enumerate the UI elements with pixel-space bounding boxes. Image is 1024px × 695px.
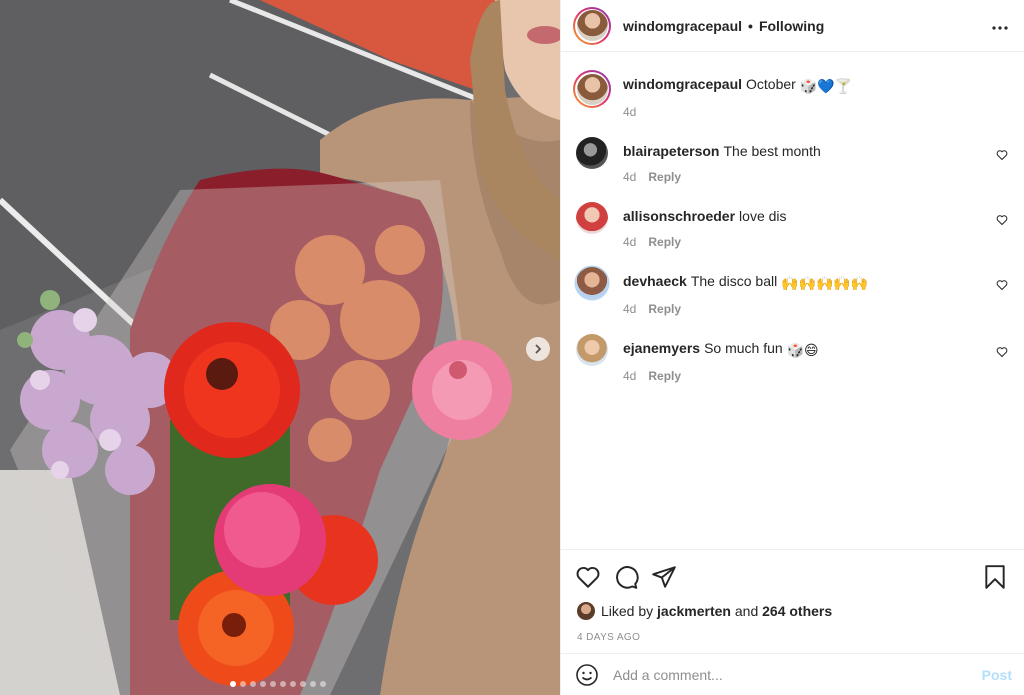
post-photo[interactable] (0, 0, 560, 695)
comment-emojis: 🙌🙌🙌🙌🙌 (781, 275, 869, 291)
post-actions: Liked by jackmerten and 264 others 4 DAY… (561, 549, 1024, 643)
author-username[interactable]: windomgracepaul (623, 18, 742, 34)
commenter-avatar[interactable] (576, 202, 608, 234)
photo-image (0, 0, 560, 695)
commenter-avatar[interactable] (576, 334, 608, 366)
heart-icon[interactable] (996, 214, 1008, 226)
liked-by-prefix: Liked by (601, 603, 654, 619)
heart-icon[interactable] (996, 346, 1008, 358)
heart-icon[interactable] (996, 149, 1008, 161)
add-comment-bar: Post (561, 653, 1024, 695)
chevron-right-icon (535, 344, 542, 354)
reply-button[interactable]: Reply (648, 170, 681, 184)
commenter-avatar[interactable] (576, 137, 608, 169)
carousel-dot (260, 681, 266, 687)
reply-button[interactable]: Reply (648, 302, 681, 316)
post-sidebar: windomgracepaul • Following windomgracep… (560, 0, 1024, 695)
save-button[interactable] (982, 564, 1008, 590)
comment-input[interactable] (613, 666, 982, 683)
next-photo-button[interactable] (526, 337, 550, 361)
comment-text: So much fun (704, 340, 783, 356)
like-button[interactable] (575, 564, 601, 590)
likes-and: and (734, 603, 759, 619)
ellipsis-icon (992, 25, 1008, 30)
emoji-picker-button[interactable] (575, 663, 599, 687)
carousel-dot (230, 681, 236, 687)
heart-icon[interactable] (996, 279, 1008, 291)
comment-time[interactable]: 4d (623, 302, 636, 316)
post-caption: windomgracepaul October 🎲💙🍸 4d (573, 68, 1008, 119)
carousel-dot (290, 681, 296, 687)
caption-emojis: 🎲💙🍸 (799, 78, 853, 94)
author-avatar[interactable] (573, 6, 611, 45)
carousel-dot (300, 681, 306, 687)
carousel-dot (310, 681, 316, 687)
reply-button[interactable]: Reply (648, 369, 681, 383)
caption-avatar[interactable] (573, 70, 611, 108)
following-button[interactable]: Following (759, 18, 824, 34)
post-comment-button[interactable]: Post (982, 667, 1012, 683)
comments-list: windomgracepaul October 🎲💙🍸 4d blairapete… (561, 52, 1024, 549)
reply-button[interactable]: Reply (648, 235, 681, 249)
comment-text: love dis (739, 208, 787, 224)
comment-username[interactable]: devhaeck (623, 273, 687, 289)
carousel-dot (240, 681, 246, 687)
comment-text: The best month (723, 143, 821, 159)
more-options-button[interactable] (992, 17, 1008, 35)
comment-username[interactable]: allisonschroeder (623, 208, 735, 224)
comment-time[interactable]: 4d (623, 170, 636, 184)
comment-emojis: 🎲😄 (786, 342, 819, 358)
liker-avatar[interactable] (577, 602, 595, 620)
comment-time[interactable]: 4d (623, 369, 636, 383)
header-separator: • (748, 17, 753, 34)
carousel-indicator (230, 681, 326, 687)
post-date[interactable]: 4 DAYS AGO (575, 632, 1008, 643)
comment-item: devhaeck The disco ball 🙌🙌🙌🙌🙌 4d Reply (573, 265, 1008, 316)
commenter-avatar[interactable] (576, 267, 608, 299)
likes-summary: Liked by jackmerten and 264 others (575, 602, 1008, 620)
carousel-dot (320, 681, 326, 687)
comment-item: ejanemyers So much fun 🎲😄 4d Reply (573, 332, 1008, 383)
likes-others[interactable]: 264 others (762, 603, 832, 619)
comment-item: allisonschroeder love dis 4d Reply (573, 200, 1008, 249)
comment-item: blairapeterson The best month 4d Reply (573, 135, 1008, 184)
post-header: windomgracepaul • Following (561, 0, 1024, 52)
comment-text: The disco ball (690, 273, 778, 289)
comment-time[interactable]: 4d (623, 235, 636, 249)
comment-username[interactable]: blairapeterson (623, 143, 719, 159)
carousel-dot (250, 681, 256, 687)
caption-text: October (746, 76, 796, 92)
liker-username[interactable]: jackmerten (657, 603, 731, 619)
carousel-dot (280, 681, 286, 687)
carousel-dot (270, 681, 276, 687)
comment-button[interactable] (613, 564, 639, 590)
caption-username[interactable]: windomgracepaul (623, 76, 742, 92)
caption-time[interactable]: 4d (623, 105, 636, 119)
share-button[interactable] (651, 564, 677, 590)
comment-username[interactable]: ejanemyers (623, 340, 700, 356)
